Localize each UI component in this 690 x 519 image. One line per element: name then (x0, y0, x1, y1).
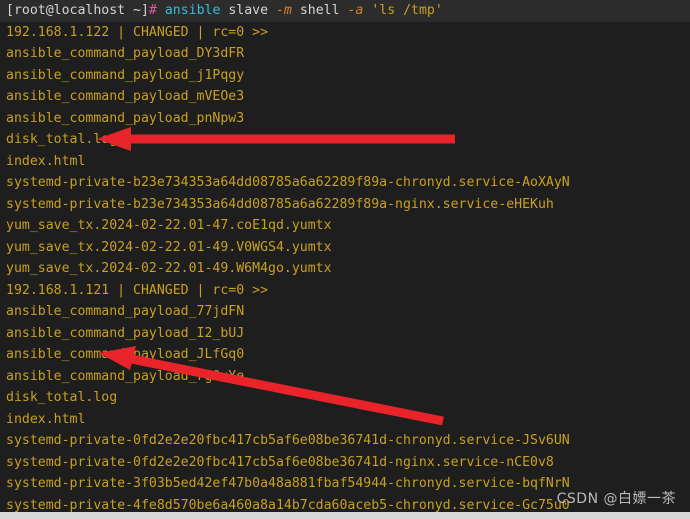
output-line: disk_total.log (6, 390, 118, 405)
output-line: ansible_command_payload_mVEOe3 (6, 89, 245, 104)
output-line: ansible_command_payload_DY3dFR (6, 46, 245, 61)
prompt-hash-symbol: # (148, 3, 157, 18)
command-prompt-line: [root@localhost ~]# ansible slave -m she… (0, 0, 690, 22)
shell-argument: 'ls /tmp' (371, 3, 443, 18)
output-line: yum_save_tx.2024-02-22.01-47.coE1qd.yumt… (6, 218, 332, 233)
window-bottom-border (0, 512, 690, 519)
output-line: disk_total.log (6, 132, 118, 147)
output-line: ansible_command_payload_77jdFN (6, 304, 245, 319)
output-line: ansible_command_payload_JLfGq0 (6, 347, 245, 362)
output-line: 192.168.1.122 | CHANGED | rc=0 >> (6, 24, 269, 40)
output-line-index-html-host2: index.html (6, 411, 86, 427)
output-line: yum_save_tx.2024-02-22.01-49.V0WGS4.yumt… (6, 239, 332, 255)
output-line: systemd-private-b23e734353a64dd08785a6a6… (6, 196, 554, 212)
prompt-label: [root@localhost ~] (6, 3, 149, 18)
output-line: ansible_command_payload_I2_bUJ (6, 325, 245, 341)
terminal-output-area[interactable]: [root@localhost ~]# ansible slave -m she… (0, 0, 690, 513)
output-line: systemd-private-0fd2e2e20fbc417cb5af6e08… (6, 454, 554, 470)
output-line-index-html-host1: index.html (6, 153, 86, 169)
module-flag: -m (276, 3, 292, 18)
output-line: ansible_command_payload_rg0uYe (6, 368, 245, 384)
terminal-window: [root@localhost ~]# ansible slave -m she… (0, 0, 690, 519)
args-flag: -a (347, 3, 364, 18)
output-line: 192.168.1.121 | CHANGED | rc=0 >> (6, 282, 269, 298)
output-line: systemd-private-b23e734353a64dd08785a6a6… (6, 175, 570, 190)
module-name: shell (299, 3, 340, 18)
output-line: yum_save_tx.2024-02-22.01-49.W6M4go.yumt… (6, 261, 332, 276)
output-line: systemd-private-0fd2e2e20fbc417cb5af6e08… (6, 433, 570, 448)
output-line: ansible_command_payload_j1Pqgy (6, 67, 245, 83)
output-line: ansible_command_payload_pnNpw3 (6, 110, 245, 126)
ansible-target-group: slave (228, 3, 269, 18)
ansible-command-name: ansible (164, 3, 221, 18)
output-line: systemd-private-3f03b5ed42ef47b0a48a881f… (6, 476, 570, 491)
